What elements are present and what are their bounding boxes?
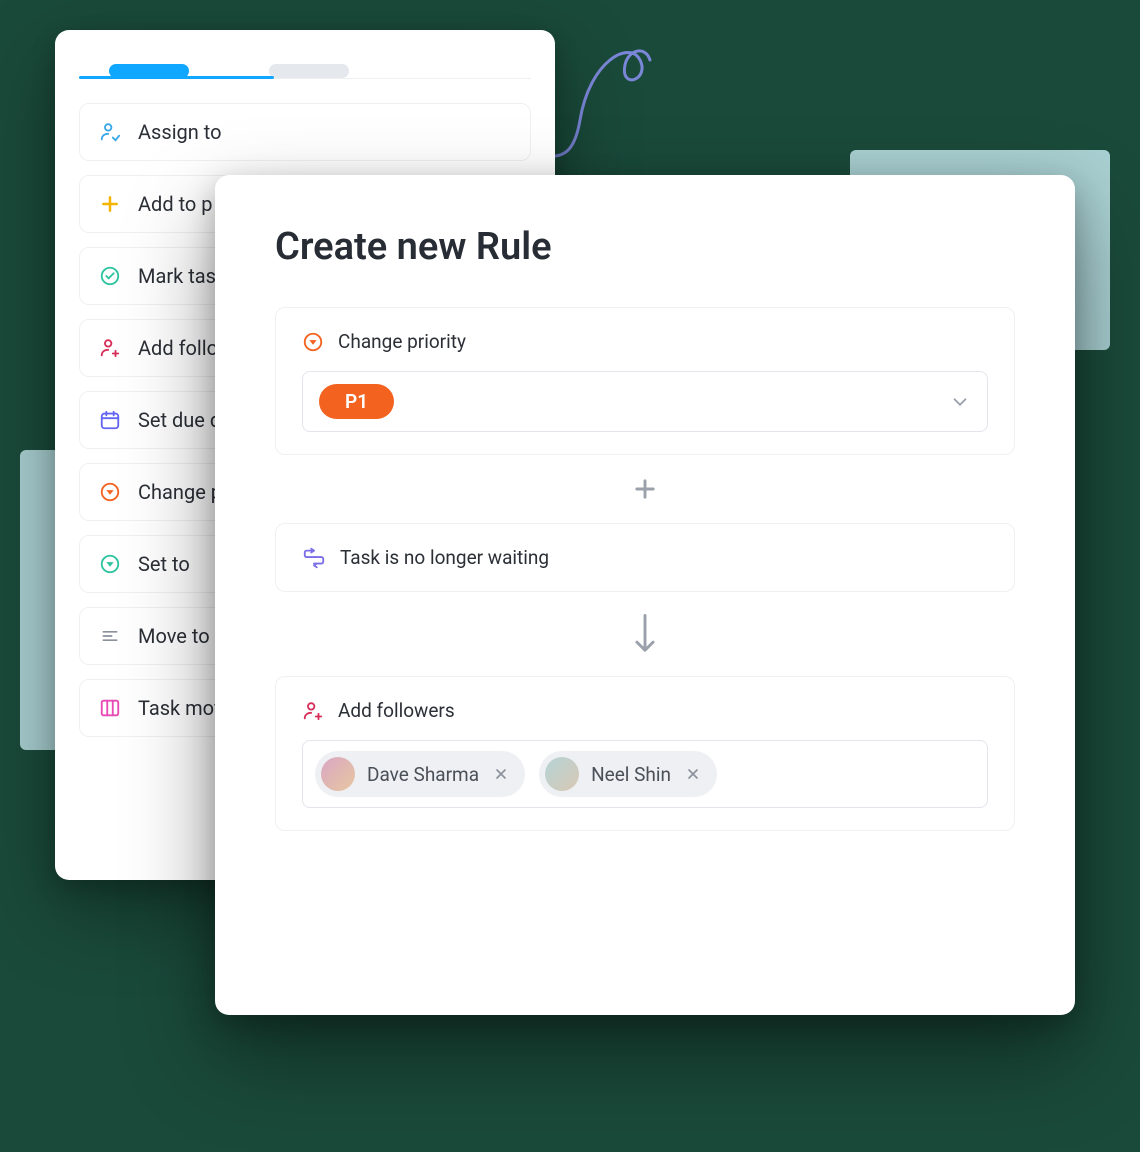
remove-follower-button[interactable] (683, 764, 703, 784)
action-label: Task mov (138, 696, 224, 720)
calendar-icon (98, 408, 122, 432)
change-priority-block: Change priority P1 (275, 307, 1015, 455)
action-label: Change p (138, 480, 222, 504)
action-label: Move to (138, 624, 210, 648)
follower-chip: Dave Sharma (315, 751, 525, 797)
waiting-icon (302, 547, 326, 569)
dropdown-icon (98, 552, 122, 576)
action-label: Mark tas (138, 264, 216, 288)
follower-icon (302, 700, 324, 722)
avatar (321, 757, 355, 791)
block-header: Add followers (302, 699, 988, 722)
priority-value: P1 (319, 384, 394, 419)
priority-icon (302, 331, 324, 353)
check-circle-icon (98, 264, 122, 288)
follower-chip: Neel Shin (539, 751, 717, 797)
priority-select[interactable]: P1 (302, 371, 988, 432)
action-label: Add to p (138, 192, 213, 216)
follower-name: Neel Shin (591, 763, 671, 786)
tab-bar (79, 58, 531, 79)
action-label: Assign to (138, 120, 222, 144)
avatar (545, 757, 579, 791)
tab-inactive[interactable] (269, 64, 349, 78)
block-header: Task is no longer waiting (302, 546, 988, 569)
add-step-button[interactable] (275, 455, 1015, 523)
chevron-down-icon (949, 391, 971, 413)
waiting-block[interactable]: Task is no longer waiting (275, 523, 1015, 592)
action-label: Set due d (138, 408, 221, 432)
add-followers-block: Add followers Dave Sharma Neel Shin (275, 676, 1015, 831)
assign-icon (98, 120, 122, 144)
follower-name: Dave Sharma (367, 763, 479, 786)
tab-underline (79, 76, 274, 79)
board-icon (98, 696, 122, 720)
block-label: Add followers (338, 699, 455, 722)
lines-icon (98, 624, 122, 648)
priority-icon (98, 480, 122, 504)
plus-icon (98, 192, 122, 216)
block-header: Change priority (302, 330, 988, 353)
action-label: Set to (138, 552, 190, 576)
block-label: Task is no longer waiting (340, 546, 549, 569)
block-label: Change priority (338, 330, 466, 353)
follower-icon (98, 336, 122, 360)
create-rule-panel: Create new Rule Change priority P1 Task … (215, 175, 1075, 1015)
followers-input[interactable]: Dave Sharma Neel Shin (302, 740, 988, 808)
flow-arrow-icon (275, 592, 1015, 676)
panel-title: Create new Rule (275, 225, 1015, 269)
remove-follower-button[interactable] (491, 764, 511, 784)
action-label: Add follo (138, 336, 218, 360)
action-assign-to[interactable]: Assign to (79, 103, 531, 161)
